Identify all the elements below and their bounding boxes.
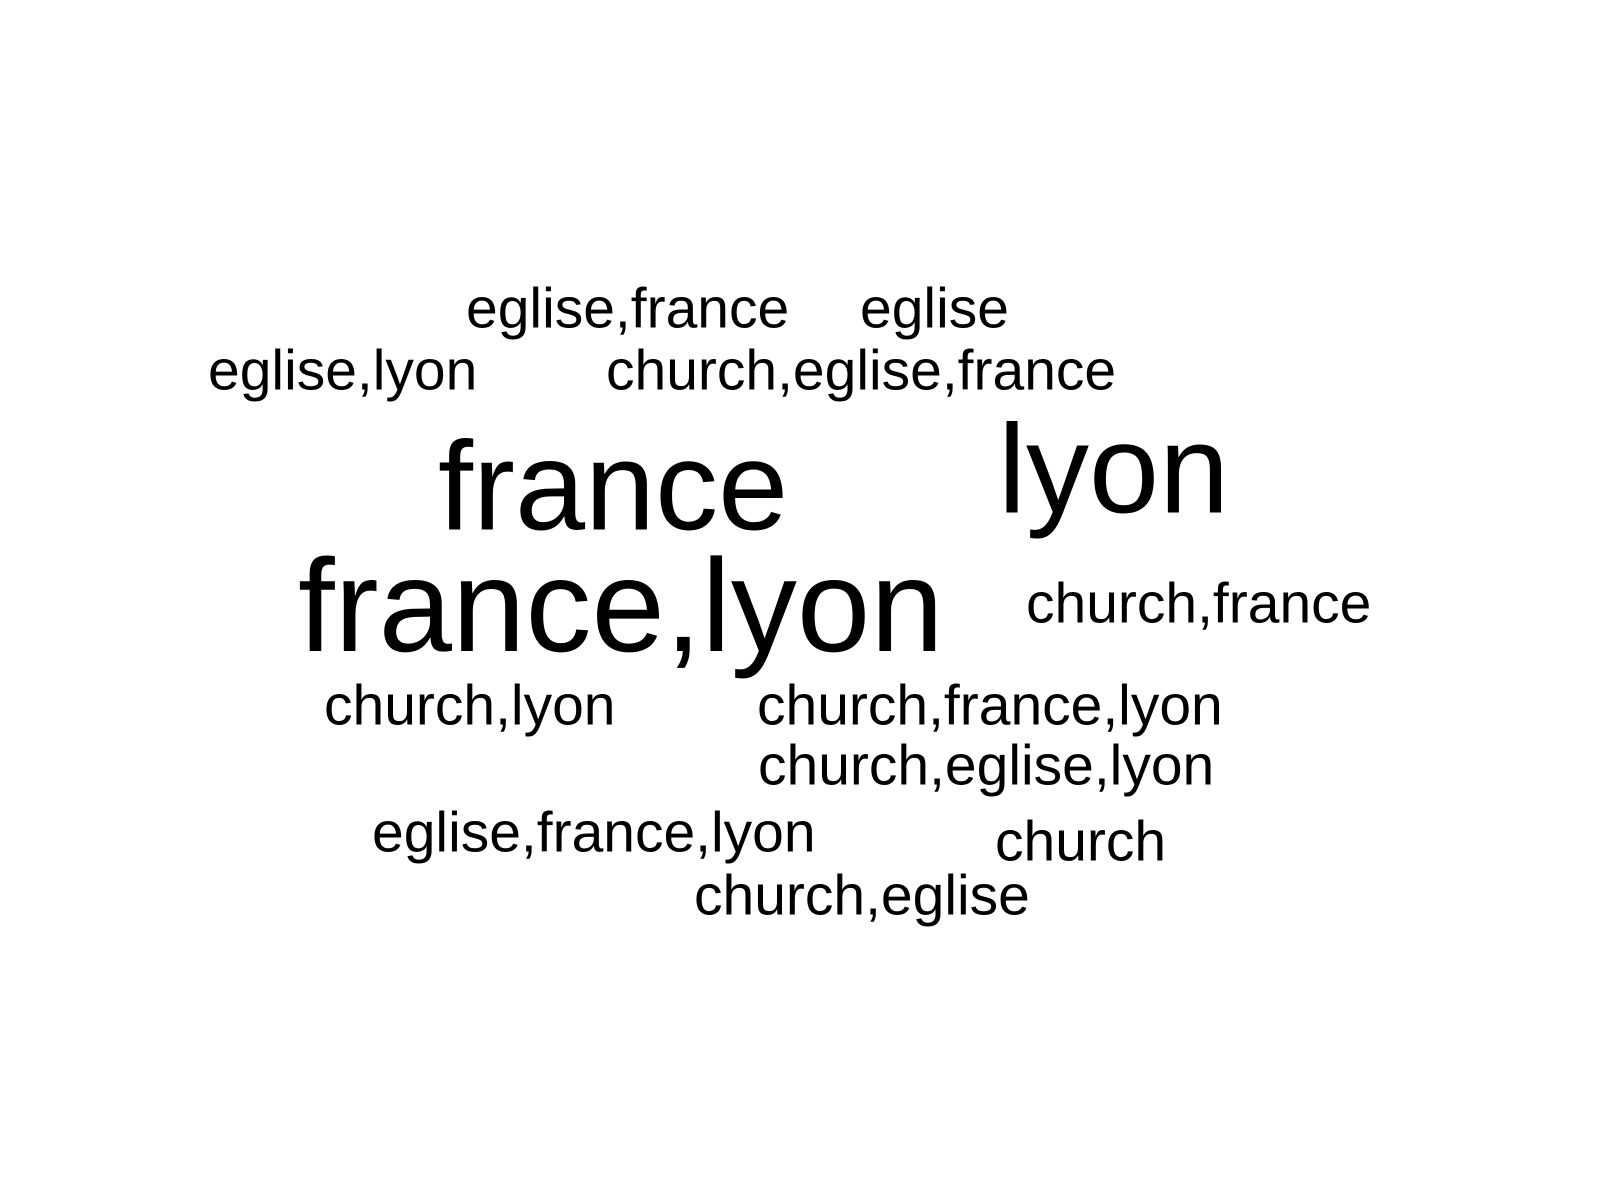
- word-cloud: eglise,france eglise eglise,lyon church,…: [0, 0, 1600, 1200]
- word-lyon: lyon: [998, 398, 1230, 540]
- word-eglise-lyon: eglise,lyon: [208, 338, 478, 403]
- word-church-lyon: church,lyon: [324, 673, 616, 738]
- word-eglise: eglise: [860, 276, 1009, 341]
- word-church-france-lyon: church,france,lyon: [757, 673, 1223, 738]
- word-church-eglise: church,eglise: [694, 863, 1030, 928]
- word-church-eglise-france: church,eglise,france: [606, 338, 1117, 403]
- word-eglise-france-lyon: eglise,france,lyon: [372, 800, 816, 865]
- word-france: france: [438, 415, 789, 557]
- word-church-eglise-lyon: church,eglise,lyon: [758, 733, 1215, 798]
- word-church: church: [995, 809, 1167, 874]
- word-france-lyon: france,lyon: [298, 532, 944, 680]
- word-eglise-france: eglise,france: [466, 276, 790, 341]
- word-church-france: church,france: [1026, 571, 1372, 636]
